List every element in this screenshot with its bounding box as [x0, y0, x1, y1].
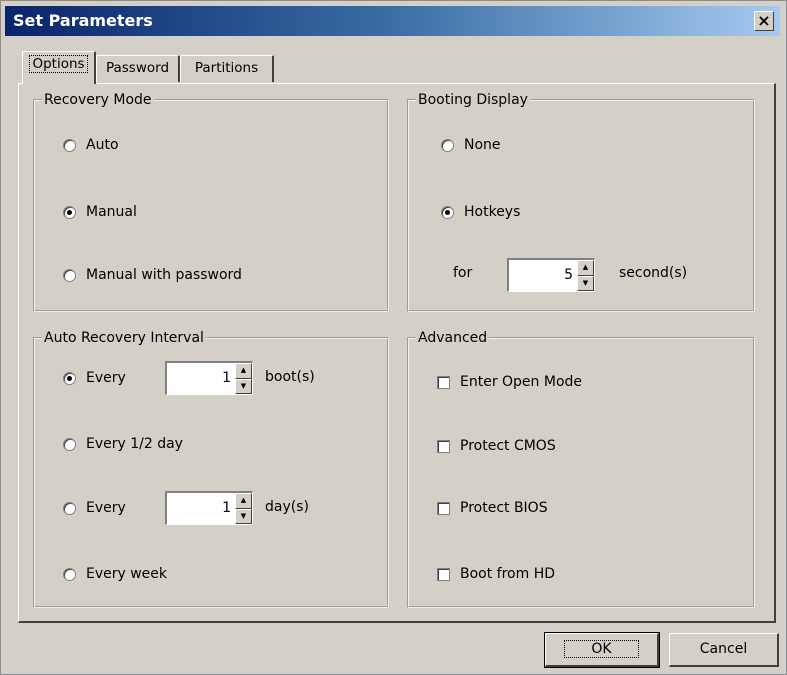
recovery-mode-title: Recovery Mode: [42, 91, 154, 109]
radio-every-half-day[interactable]: Every 1/2 day: [63, 433, 183, 455]
spin-up-icon[interactable]: ▲: [235, 493, 252, 509]
radio-none-button[interactable]: [441, 138, 454, 152]
checkbox-enter-open-mode[interactable]: Enter Open Mode: [437, 371, 582, 393]
boot-count-spinner[interactable]: 1 ▲ ▼: [165, 361, 253, 395]
checkbox-protect-bios[interactable]: Protect BIOS: [437, 497, 548, 519]
seconds-unit-label: second(s): [619, 265, 688, 281]
recovery-mode-group: Recovery Mode Auto Manual Manual with pa…: [33, 91, 389, 312]
boot-unit-label: boot(s): [265, 369, 315, 385]
hotkey-seconds-spinner[interactable]: 5 ▲ ▼: [507, 258, 595, 292]
radio-hotkeys-button[interactable]: [441, 205, 454, 219]
boot-count-value[interactable]: 1: [167, 363, 235, 394]
tab-password[interactable]: Password: [96, 55, 180, 82]
auto-recovery-interval-title: Auto Recovery Interval: [42, 329, 206, 347]
checkbox-protect-cmos-box[interactable]: [437, 439, 450, 453]
spin-up-icon[interactable]: ▲: [577, 260, 594, 276]
day-unit-label: day(s): [265, 499, 309, 515]
radio-every-week-label: Every week: [86, 566, 168, 582]
checkbox-protect-cmos-label: Protect CMOS: [460, 438, 556, 454]
cancel-button[interactable]: Cancel: [669, 633, 779, 667]
checkbox-protect-bios-label: Protect BIOS: [460, 500, 548, 516]
window-title: Set Parameters: [13, 11, 153, 30]
radio-every-boot-button[interactable]: [63, 371, 76, 385]
booting-display-title: Booting Display: [416, 91, 530, 109]
radio-manual-with-password-button[interactable]: [63, 268, 76, 282]
spin-down-icon[interactable]: ▼: [235, 378, 252, 394]
checkbox-boot-from-hd-box[interactable]: [437, 567, 450, 581]
radio-every-boot-label: Every: [86, 370, 126, 386]
checkbox-enter-open-mode-label: Enter Open Mode: [460, 374, 583, 390]
radio-manual-with-password[interactable]: Manual with password: [63, 264, 242, 286]
day-count-value[interactable]: 1: [167, 493, 235, 524]
radio-none[interactable]: None: [441, 134, 501, 156]
set-parameters-dialog: Set Parameters × Options Password Partit…: [0, 0, 787, 675]
radio-every-day[interactable]: Every: [63, 497, 126, 519]
spin-down-icon[interactable]: ▼: [577, 275, 594, 291]
radio-auto[interactable]: Auto: [63, 134, 119, 156]
radio-hotkeys-label: Hotkeys: [464, 204, 521, 220]
radio-every-week-button[interactable]: [63, 567, 76, 581]
options-tab-panel: Recovery Mode Auto Manual Manual with pa…: [18, 83, 776, 623]
close-button[interactable]: ×: [754, 11, 774, 31]
radio-manual-label: Manual: [86, 204, 137, 220]
checkbox-protect-cmos[interactable]: Protect CMOS: [437, 435, 556, 457]
radio-auto-button[interactable]: [63, 138, 76, 152]
auto-recovery-interval-group: Auto Recovery Interval Every 1 ▲ ▼ boot(…: [33, 329, 389, 608]
day-count-spinner[interactable]: 1 ▲ ▼: [165, 491, 253, 525]
radio-manual-with-password-label: Manual with password: [86, 267, 242, 283]
hotkey-seconds-value[interactable]: 5: [509, 260, 577, 291]
tab-partitions[interactable]: Partitions: [180, 55, 274, 82]
radio-every-day-button[interactable]: [63, 501, 76, 515]
radio-auto-label: Auto: [86, 137, 119, 153]
booting-display-group: Booting Display None Hotkeys for 5 ▲ ▼ s…: [407, 91, 755, 312]
radio-every-day-label: Every: [86, 500, 126, 516]
checkbox-boot-from-hd[interactable]: Boot from HD: [437, 563, 555, 585]
radio-manual[interactable]: Manual: [63, 201, 137, 223]
tab-options-label: Options: [29, 55, 88, 73]
tab-partitions-label: Partitions: [194, 60, 259, 76]
spin-down-icon[interactable]: ▼: [235, 508, 252, 524]
for-label: for: [453, 265, 473, 281]
checkbox-enter-open-mode-box[interactable]: [437, 375, 450, 389]
radio-every-half-day-label: Every 1/2 day: [86, 436, 183, 452]
spin-up-icon[interactable]: ▲: [235, 363, 252, 379]
ok-button-label: OK: [564, 640, 639, 658]
advanced-group: Advanced Enter Open Mode Protect CMOS Pr…: [407, 329, 755, 608]
checkbox-boot-from-hd-label: Boot from HD: [460, 566, 556, 582]
radio-none-label: None: [464, 137, 501, 153]
tab-password-label: Password: [105, 60, 170, 76]
ok-button[interactable]: OK: [544, 632, 660, 668]
tab-options[interactable]: Options: [22, 51, 96, 84]
title-bar[interactable]: Set Parameters ×: [5, 6, 780, 36]
radio-every-half-day-button[interactable]: [63, 437, 76, 451]
checkbox-protect-bios-box[interactable]: [437, 501, 450, 515]
radio-manual-button[interactable]: [63, 205, 76, 219]
radio-every-week[interactable]: Every week: [63, 563, 167, 585]
radio-every-boot[interactable]: Every: [63, 367, 126, 389]
advanced-title: Advanced: [416, 329, 490, 347]
radio-hotkeys[interactable]: Hotkeys: [441, 201, 520, 223]
